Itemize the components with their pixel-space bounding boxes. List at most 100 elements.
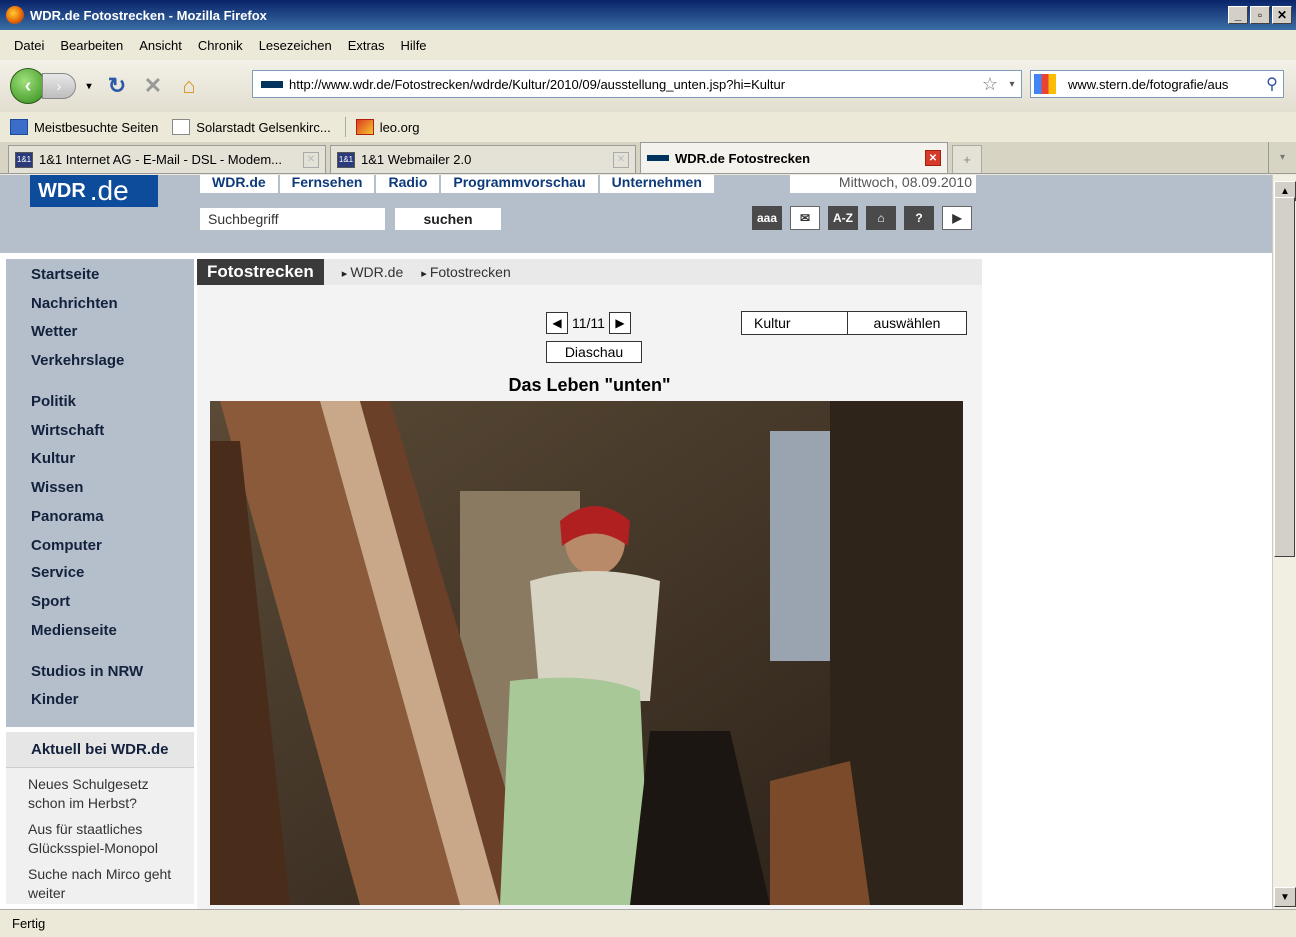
close-tab-icon[interactable]: ✕ (303, 151, 319, 168)
url-input[interactable] (289, 76, 977, 92)
menu-lesezeichen[interactable]: Lesezeichen (251, 38, 340, 53)
nav-politik[interactable]: Politik (31, 393, 76, 410)
nav-panorama[interactable]: Panorama (31, 508, 104, 525)
maximize-button[interactable]: ▫ (1250, 6, 1270, 24)
forward-button[interactable]: › (42, 73, 76, 99)
firefox-icon (6, 6, 24, 24)
title-bar: WDR.de Fotostrecken - Mozilla Firefox _ … (0, 0, 1296, 30)
status-bar: Fertig (0, 909, 1296, 937)
close-tab-icon[interactable]: ✕ (613, 151, 629, 168)
nav-wirtschaft[interactable]: Wirtschaft (31, 422, 104, 439)
search-input[interactable] (1068, 76, 1261, 92)
menu-chronik[interactable]: Chronik (190, 38, 251, 53)
topnav-wdr[interactable]: WDR.de (200, 175, 278, 193)
aktuell-link-mirco[interactable]: Suche nach Mirco geht weiter (6, 865, 186, 903)
wdr-header: WDR .de WDR.de Fernsehen Radio Programmvo… (0, 175, 1272, 253)
tab-wdr-fotostrecken[interactable]: WDR.de Fotostrecken ✕ (640, 142, 948, 173)
menu-bearbeiten[interactable]: Bearbeiten (52, 38, 131, 53)
breadcrumb: Fotostrecken WDR.de Fotostrecken (197, 259, 982, 285)
topnav-fernsehen[interactable]: Fernsehen (279, 175, 375, 193)
1und1-icon: 1&1 (337, 151, 355, 168)
menu-ansicht[interactable]: Ansicht (131, 38, 190, 53)
site-search-button[interactable]: suchen (395, 208, 501, 230)
tool-icons: aaa ✉ A-Z ⌂ ? ▶ (752, 206, 972, 230)
scroll-down-icon[interactable]: ▼ (1274, 887, 1296, 907)
close-tab-icon[interactable]: ✕ (925, 150, 941, 166)
gallery-photo (210, 401, 963, 905)
media-play-icon[interactable]: ▶ (942, 206, 972, 230)
tab-1und1-internet[interactable]: 1&1 1&1 Internet AG - E-Mail - DSL - Mod… (8, 145, 326, 173)
menu-datei[interactable]: Datei (6, 38, 52, 53)
bookmark-meistbesuchte[interactable]: Meistbesuchte Seiten (10, 119, 158, 135)
nav-kultur[interactable]: Kultur (31, 450, 75, 467)
stop-icon[interactable]: ✕ (138, 71, 168, 101)
next-photo-icon[interactable]: ▶ (608, 312, 631, 334)
browser-window: WDR.de Fotostrecken - Mozilla Firefox _ … (0, 0, 1296, 937)
nav-verkehrslage[interactable]: Verkehrslage (31, 352, 124, 369)
navigation-toolbar: ‹ › ▾ ↻ ✕ ⌂ ☆ ▾ ⚲ (0, 60, 1296, 112)
nav-kinder[interactable]: Kinder (31, 691, 79, 708)
menu-bar: Datei Bearbeiten Ansicht Chronik Lesezei… (0, 30, 1296, 60)
mail-icon[interactable]: ✉ (790, 206, 820, 230)
bookmark-leo[interactable]: leo.org (355, 119, 419, 135)
wdr-logo[interactable]: WDR .de (30, 175, 158, 207)
bookmark-solarstadt[interactable]: Solarstadt Gelsenkirc... (172, 119, 331, 135)
current-date: Mittwoch, 08.09.2010 (790, 175, 976, 193)
nav-studios-nrw[interactable]: Studios in NRW (31, 663, 143, 680)
vertical-scrollbar[interactable]: ▲ ▼ (1272, 175, 1296, 909)
bookmark-star-icon[interactable]: ☆ (977, 74, 1003, 95)
top-navigation: WDR.de Fernsehen Radio Programmvorschau … (200, 175, 716, 195)
a-z-index-icon[interactable]: A-Z (828, 206, 858, 230)
home-icon[interactable]: ⌂ (174, 71, 204, 101)
1und1-icon: 1&1 (15, 151, 33, 168)
topnav-radio[interactable]: Radio (376, 175, 440, 193)
tab-list-icon[interactable]: ▾ (1268, 142, 1296, 173)
aktuell-title: Aktuell bei WDR.de (6, 732, 194, 768)
url-bar[interactable]: ☆ ▾ (252, 70, 1022, 98)
nav-nachrichten[interactable]: Nachrichten (31, 295, 118, 312)
search-bar[interactable]: ⚲ (1030, 70, 1284, 98)
bookmark-separator (344, 117, 346, 137)
category-value[interactable]: Kultur (742, 312, 848, 334)
nav-computer[interactable]: Computer (31, 537, 102, 554)
nav-medienseite[interactable]: Medienseite (31, 622, 117, 639)
gallery-area: ◀ 11/11 ▶ Diaschau Kultur auswählen Das … (197, 285, 982, 909)
status-text: Fertig (12, 916, 46, 931)
photo-title: Das Leben "unten" (508, 375, 671, 395)
help-icon[interactable]: ? (904, 206, 934, 230)
site-search-input[interactable] (200, 208, 385, 230)
new-tab-button[interactable]: + (952, 145, 982, 173)
leo-icon (355, 119, 374, 135)
close-button[interactable]: ✕ (1272, 6, 1292, 24)
aktuell-link-schulgesetz[interactable]: Neues Schulgesetz schon im Herbst? (6, 775, 186, 813)
nav-wetter[interactable]: Wetter (31, 323, 77, 340)
section-title: Fotostrecken (197, 259, 324, 285)
menu-extras[interactable]: Extras (340, 38, 393, 53)
previous-photo-icon[interactable]: ◀ (546, 312, 568, 334)
tab-webmailer[interactable]: 1&1 1&1 Webmailer 2.0 ✕ (330, 145, 636, 173)
history-dropdown-icon[interactable]: ▾ (82, 71, 96, 101)
back-button[interactable]: ‹ (10, 68, 46, 104)
breadcrumb-wdr[interactable]: WDR.de (342, 264, 403, 280)
menu-hilfe[interactable]: Hilfe (393, 38, 435, 53)
google-search-engine-icon[interactable] (1034, 74, 1056, 94)
category-select[interactable]: Kultur auswählen (741, 311, 967, 335)
topnav-unternehmen[interactable]: Unternehmen (599, 175, 714, 193)
nav-startseite[interactable]: Startseite (31, 266, 99, 283)
nav-wissen[interactable]: Wissen (31, 479, 83, 496)
topnav-programmvorschau[interactable]: Programmvorschau (441, 175, 598, 193)
slideshow-button[interactable]: Diaschau (546, 341, 642, 363)
search-icon[interactable]: ⚲ (1261, 74, 1283, 94)
nav-sport[interactable]: Sport (31, 593, 70, 610)
font-size-icon[interactable]: aaa (752, 206, 782, 230)
breadcrumb-fotostrecken[interactable]: Fotostrecken (421, 264, 511, 280)
minimize-button[interactable]: _ (1228, 6, 1248, 24)
nav-service[interactable]: Service (31, 564, 84, 581)
aktuell-link-gluecksspiel[interactable]: Aus für staatliches Glücksspiel-Monopol (6, 820, 186, 858)
category-select-button[interactable]: auswählen (848, 312, 966, 334)
sitemap-icon[interactable]: ⌂ (866, 206, 896, 230)
bookmarks-toolbar: Meistbesuchte Seiten Solarstadt Gelsenki… (0, 112, 1296, 142)
url-dropdown-icon[interactable]: ▾ (1003, 79, 1021, 90)
scroll-thumb[interactable] (1274, 197, 1295, 557)
reload-icon[interactable]: ↻ (102, 71, 132, 101)
